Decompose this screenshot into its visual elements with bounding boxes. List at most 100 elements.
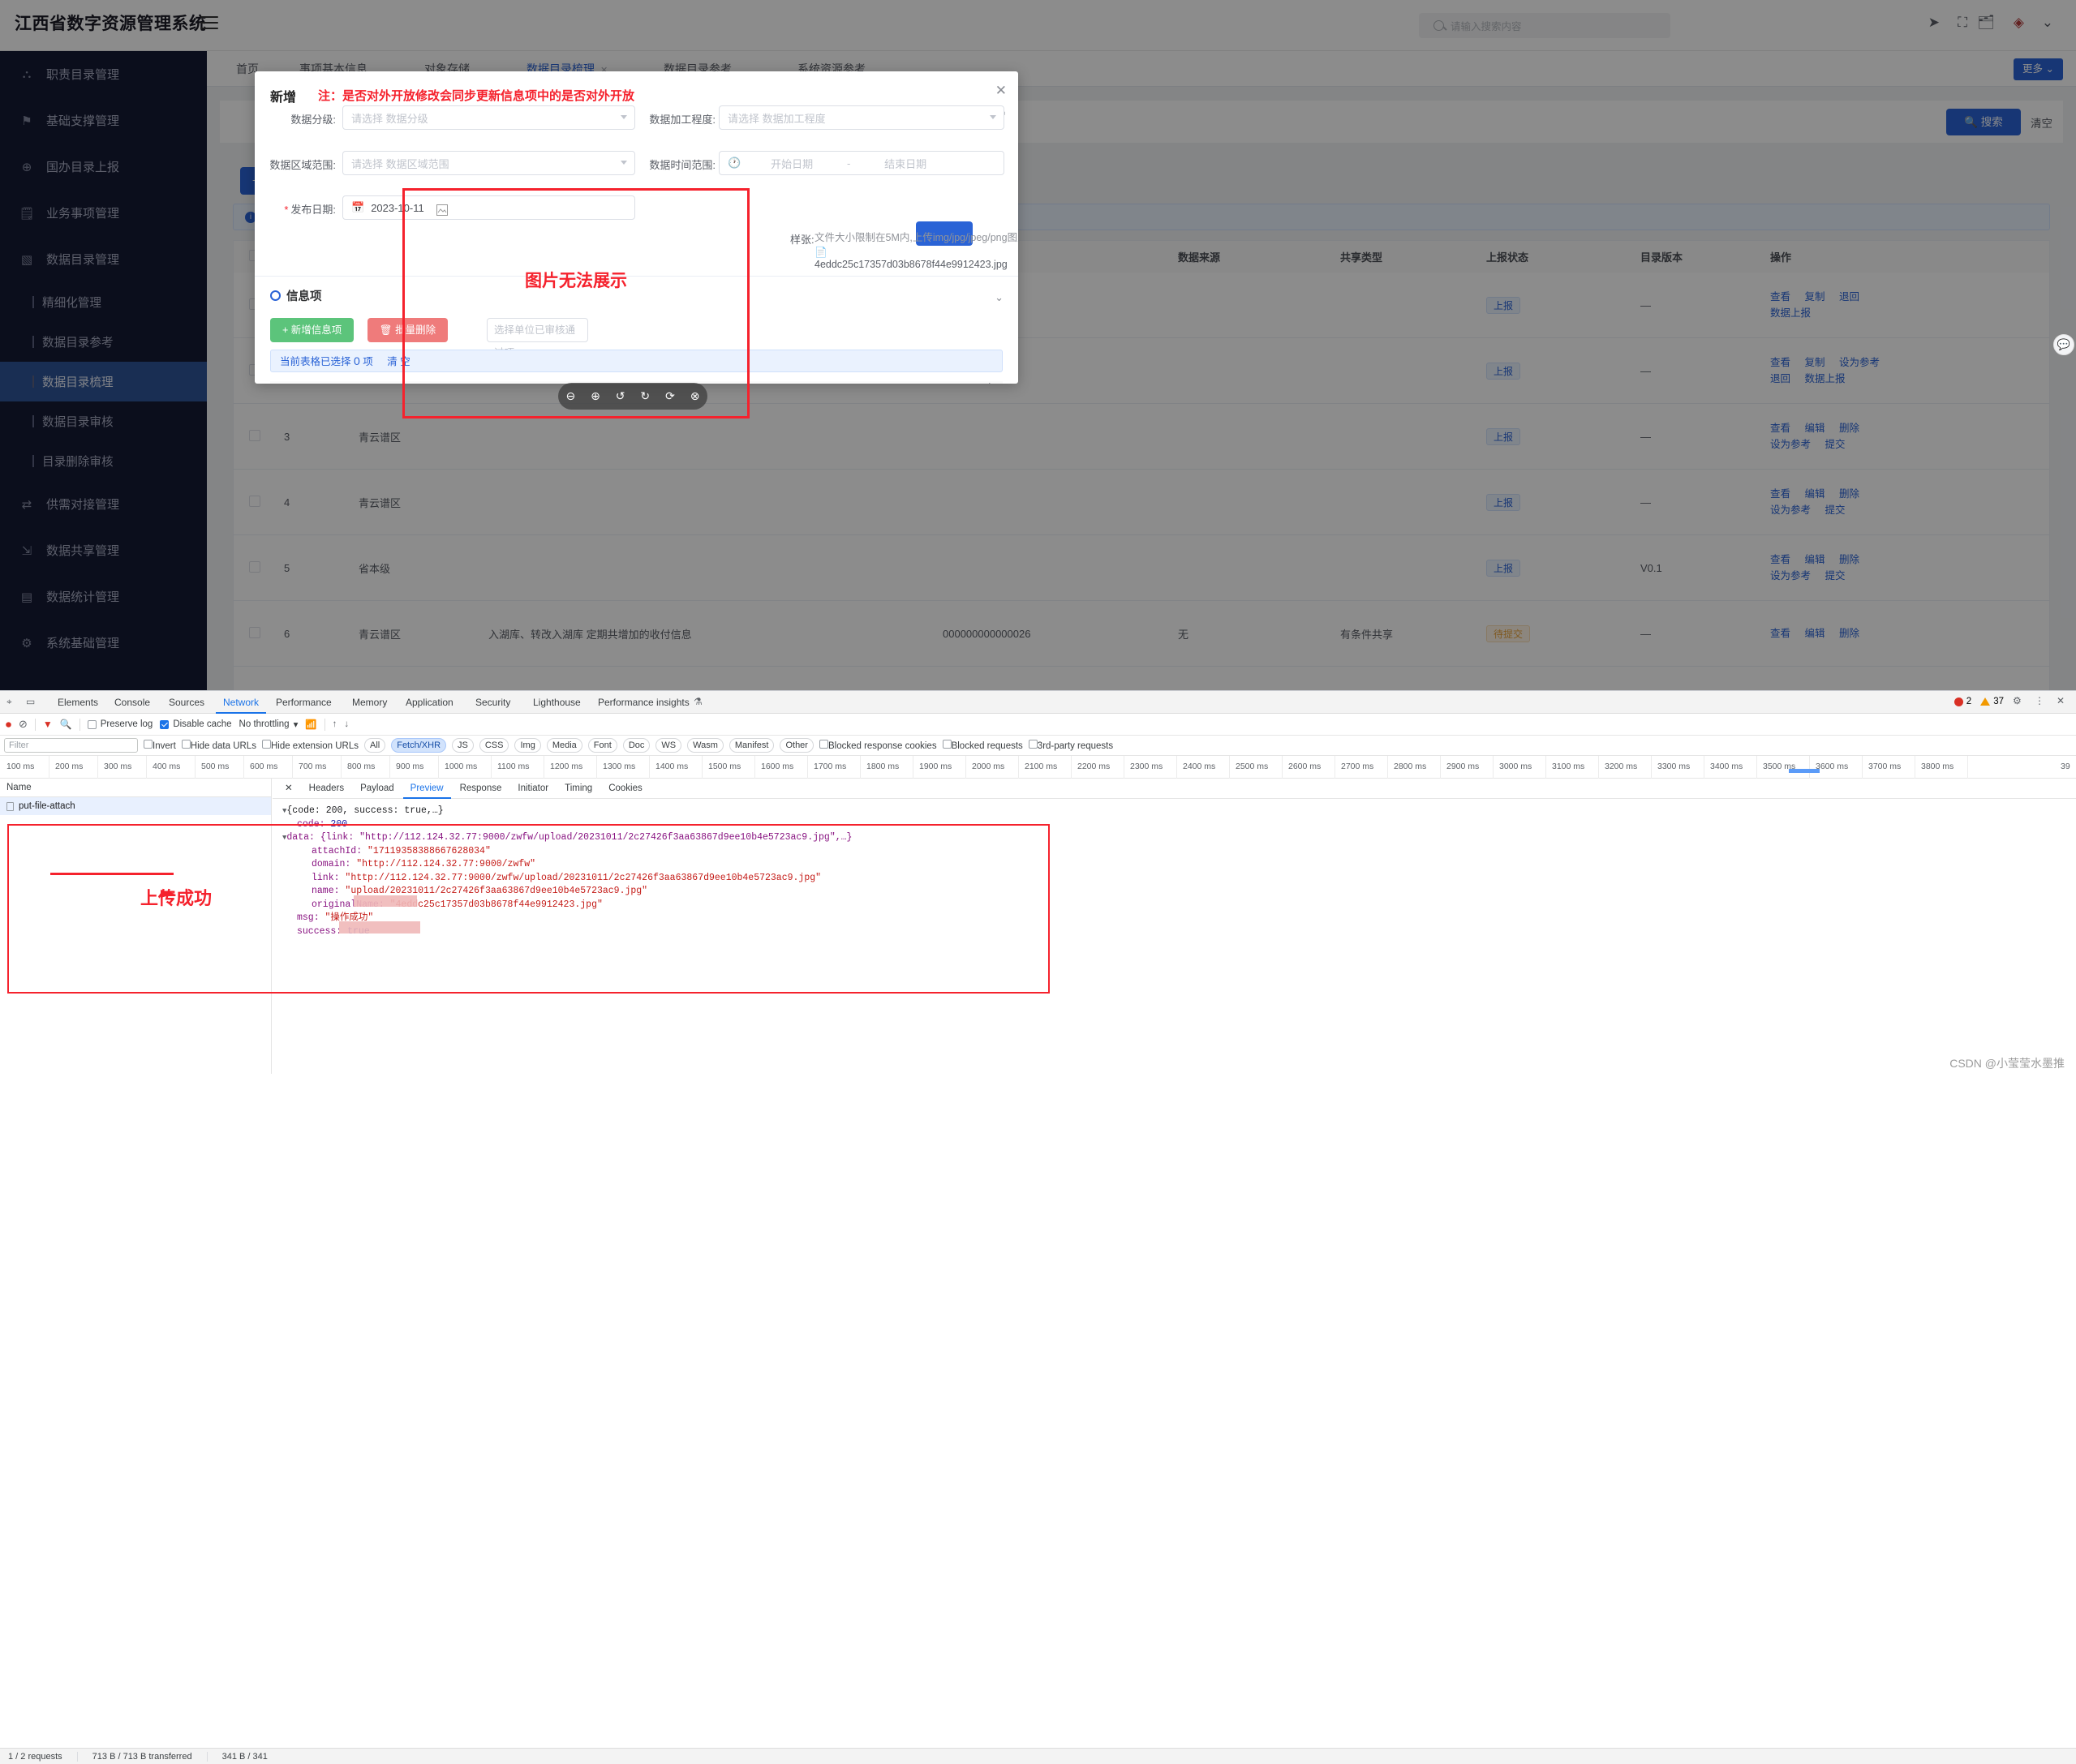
zoom-in-icon[interactable]: ⊕ bbox=[588, 389, 602, 403]
detail-close-icon[interactable]: ✕ bbox=[277, 779, 300, 799]
add-info-item-button[interactable]: + 新增信息项 bbox=[270, 318, 354, 342]
hide-data-urls-checkbox[interactable]: Hide data URLs bbox=[182, 740, 256, 751]
tick: 2800 ms bbox=[1394, 762, 1426, 771]
blocked-requests-checkbox[interactable]: Blocked requests bbox=[943, 740, 1023, 751]
disable-cache-checkbox[interactable]: Disable cache bbox=[160, 719, 231, 729]
devtools-tab-lighthouse[interactable]: Lighthouse bbox=[526, 691, 588, 714]
field-label-processing-degree: 数据加工程度: bbox=[634, 111, 716, 127]
type-filter-font[interactable]: Font bbox=[588, 738, 617, 753]
device-toolbar-icon[interactable]: ▭ bbox=[26, 696, 39, 709]
detail-tab-payload[interactable]: Payload bbox=[353, 779, 402, 799]
devtools-tab-sources[interactable]: Sources bbox=[161, 691, 212, 714]
detail-tab-timing[interactable]: Timing bbox=[557, 779, 600, 799]
preserve-log-checkbox[interactable]: Preserve log bbox=[88, 719, 153, 729]
devtools-tab-network[interactable]: Network bbox=[216, 691, 266, 714]
invert-checkbox[interactable]: Invert bbox=[144, 740, 176, 751]
warning-icon bbox=[1980, 697, 1990, 706]
tick: 2000 ms bbox=[972, 762, 1004, 771]
tick: 2900 ms bbox=[1446, 762, 1479, 771]
region-range-select[interactable]: 请选择 数据区域范围 bbox=[342, 151, 635, 175]
detail-tab-initiator[interactable]: Initiator bbox=[510, 779, 556, 799]
calendar-icon: 📅 bbox=[351, 201, 364, 214]
type-filter-media[interactable]: Media bbox=[547, 738, 582, 753]
error-count-badge[interactable]: 2 bbox=[1954, 697, 1971, 706]
annotation-arrow-line bbox=[50, 873, 174, 875]
processing-degree-select[interactable]: 请选择 数据加工程度 bbox=[719, 105, 1004, 130]
request-list-item[interactable]: put-file-attach bbox=[0, 797, 271, 815]
type-filter-ws[interactable]: WS bbox=[655, 738, 681, 753]
settings-gear-icon[interactable]: ⚙ bbox=[2013, 695, 2026, 708]
tick: 200 ms bbox=[55, 762, 83, 771]
network-timeline: 100 ms 200 ms 300 ms 400 ms 500 ms 600 m… bbox=[0, 756, 2076, 779]
unit-approved-select[interactable]: 选择单位已审核通过项: bbox=[487, 318, 588, 342]
chat-bubble-icon[interactable]: 💬 bbox=[2053, 334, 2074, 355]
warning-count-badge[interactable]: 37 bbox=[1980, 697, 2004, 706]
tick: 1500 ms bbox=[708, 762, 741, 771]
tick: 2500 ms bbox=[1236, 762, 1268, 771]
close-icon[interactable]: ✕ bbox=[995, 83, 1007, 99]
tick: 1700 ms bbox=[814, 762, 846, 771]
type-filter-css[interactable]: CSS bbox=[479, 738, 509, 753]
type-filter-js[interactable]: JS bbox=[452, 738, 474, 753]
uploaded-file-name[interactable]: 📄4eddc25c17357d03b8678f44e9912423.jpg bbox=[814, 247, 1018, 270]
search-icon[interactable]: 🔍 bbox=[60, 719, 72, 730]
network-filter-input[interactable]: Filter bbox=[4, 738, 138, 753]
type-filter-doc[interactable]: Doc bbox=[623, 738, 651, 753]
start-date-input[interactable]: 开始日期 bbox=[747, 156, 836, 171]
add-catalog-dialog: 新增 注：是否对外开放修改会同步更新信息项中的是否对外开放 ✕ ⤢ 数据分级: … bbox=[255, 71, 1018, 384]
detail-tab-cookies[interactable]: Cookies bbox=[601, 779, 650, 799]
tick: 400 ms bbox=[153, 762, 180, 771]
close-icon[interactable]: ✕ bbox=[2057, 695, 2070, 708]
devtools-tab-elements[interactable]: Elements bbox=[50, 691, 105, 714]
clear-selection-button[interactable]: 清 空 bbox=[387, 356, 410, 367]
devtools-tab-memory[interactable]: Memory bbox=[345, 691, 394, 714]
throttling-select[interactable]: No throttling▾ bbox=[239, 719, 299, 730]
devtools-tab-application[interactable]: Application bbox=[398, 691, 461, 714]
more-options-icon[interactable]: ⋮ bbox=[2035, 695, 2048, 708]
chevron-down-icon[interactable]: ⌄ bbox=[995, 291, 1004, 304]
flip-icon[interactable]: ⟳ bbox=[663, 389, 677, 403]
resource-size: 341 B / 341 bbox=[222, 1752, 268, 1762]
field-label-publish-date: *发布日期: bbox=[273, 201, 336, 217]
tick: 3800 ms bbox=[1921, 762, 1954, 771]
filter-funnel-icon[interactable]: ▼ bbox=[43, 719, 53, 730]
data-level-select[interactable]: 请选择 数据分级 bbox=[342, 105, 635, 130]
detail-tab-response[interactable]: Response bbox=[453, 779, 509, 799]
rotate-left-icon[interactable]: ↺ bbox=[613, 389, 627, 403]
detail-tab-headers[interactable]: Headers bbox=[302, 779, 351, 799]
devtools-tab-performance-insights[interactable]: Performance insights bbox=[591, 691, 697, 714]
end-date-input[interactable]: 结束日期 bbox=[861, 156, 950, 171]
type-filter-fetch-xhr[interactable]: Fetch/XHR bbox=[391, 738, 446, 753]
hide-extension-urls-checkbox[interactable]: Hide extension URLs bbox=[262, 740, 359, 751]
publish-date-input[interactable]: 📅 2023-10-11 bbox=[342, 195, 635, 220]
rotate-right-icon[interactable]: ↻ bbox=[638, 389, 652, 403]
tick: 600 ms bbox=[250, 762, 277, 771]
record-icon[interactable]: ⏺ bbox=[6, 718, 11, 732]
inspect-element-icon[interactable]: ⌖ bbox=[6, 696, 19, 709]
clear-icon[interactable]: ⊘ bbox=[19, 718, 28, 731]
zoom-out-icon[interactable]: ⊖ bbox=[564, 389, 578, 403]
type-filter-img[interactable]: Img bbox=[514, 738, 540, 753]
network-filter-row: Filter Invert Hide data URLs Hide extens… bbox=[0, 736, 2076, 756]
type-filter-wasm[interactable]: Wasm bbox=[687, 738, 724, 753]
export-har-icon[interactable]: ↓ bbox=[344, 719, 349, 729]
devtools-tab-performance[interactable]: Performance bbox=[269, 691, 339, 714]
watermark: CSDN @小莹莹水墨推 bbox=[1949, 1055, 2065, 1071]
wifi-icon[interactable]: 📶 bbox=[305, 719, 316, 730]
import-har-icon[interactable]: ↑ bbox=[333, 719, 337, 729]
th-operations: 操作 bbox=[982, 380, 1003, 384]
close-icon[interactable]: ⊗ bbox=[688, 389, 702, 403]
third-party-checkbox[interactable]: 3rd-party requests bbox=[1029, 740, 1113, 751]
upload-hint: 文件大小限制在5M内,上传img/jpg/jpeg/png图片 bbox=[814, 229, 1018, 244]
devtools-tab-security[interactable]: Security bbox=[468, 691, 518, 714]
detail-tab-preview[interactable]: Preview bbox=[403, 779, 451, 799]
type-filter-other[interactable]: Other bbox=[780, 738, 814, 753]
batch-delete-info-button[interactable]: 🗑 批量删除 bbox=[367, 318, 448, 342]
type-filter-manifest[interactable]: Manifest bbox=[729, 738, 775, 753]
image-viewer-toolbar: ⊖ ⊕ ↺ ↻ ⟳ ⊗ bbox=[558, 383, 707, 410]
devtools-status-bar: 1 / 2 requests 713 B / 713 B transferred… bbox=[0, 1748, 2076, 1764]
devtools-tab-console[interactable]: Console bbox=[107, 691, 157, 714]
blocked-cookies-checkbox[interactable]: Blocked response cookies bbox=[819, 740, 937, 751]
type-filter-all[interactable]: All bbox=[364, 738, 385, 753]
time-range-picker[interactable]: 🕐 开始日期 - 结束日期 bbox=[719, 151, 1004, 175]
